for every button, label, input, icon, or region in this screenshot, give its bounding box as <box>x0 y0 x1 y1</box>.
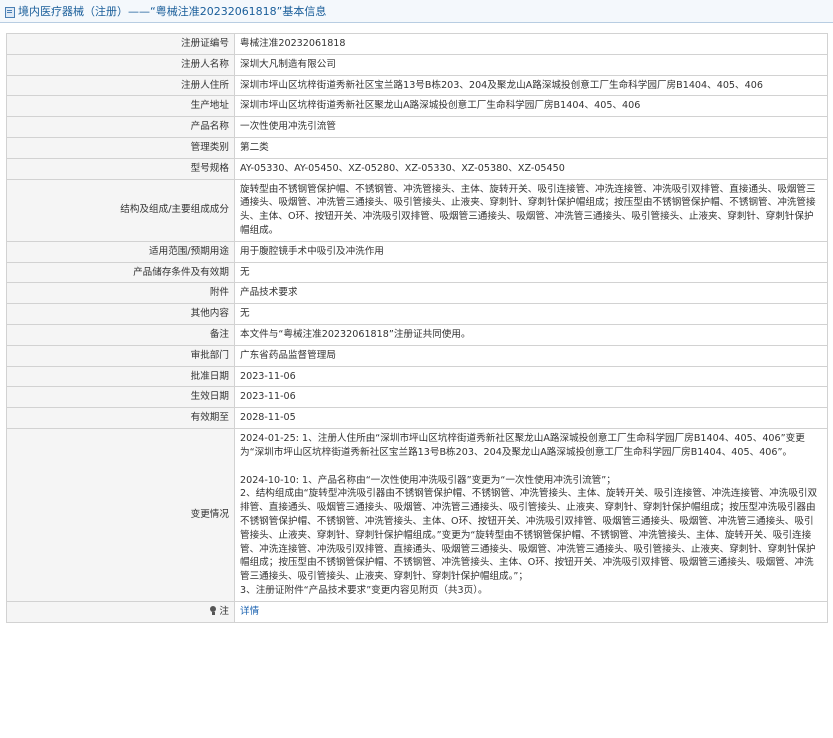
row-label: 型号规格 <box>6 157 235 180</box>
detail-cell: 详情 <box>234 600 828 623</box>
info-table: 注册证编号 粤械注准20232061818 注册人名称 深圳大凡制造有限公司 注册人… <box>6 33 828 623</box>
table-row: 结构及组成/主要组成成分 旋转型由不锈钢管保护帽、不锈钢管、冲洗管接头、主体、旋转… <box>6 178 828 242</box>
table-row: 有效期至 2028-11-05 <box>6 407 828 429</box>
page-title: 境内医疗器械（注册）——“粤械注准20232061818”基本信息 <box>18 5 327 18</box>
row-value: 深圳市坪山区坑梓街道秀新社区宝兰路13号B栋203、204及聚龙山A路深城投创意… <box>234 74 828 97</box>
row-label: 管理类别 <box>6 136 235 159</box>
row-value: 第二类 <box>234 136 828 159</box>
row-value: 无 <box>234 303 828 325</box>
row-value: 粤械注准20232061818 <box>234 33 828 55</box>
table-row: 其他内容无 <box>6 303 828 325</box>
row-label: 结构及组成/主要组成成分 <box>6 178 235 242</box>
row-label: 生效日期 <box>6 386 235 409</box>
table-row: 生效日期 2023-11-06 <box>6 386 828 409</box>
document-icon <box>4 6 15 18</box>
row-value: 2023-11-06 <box>234 386 828 409</box>
table-row: 生产地址 深圳市坪山区坑梓街道秀新社区聚龙山A路深城投创意工厂生命科学园厂房B14… <box>6 95 828 118</box>
table-row: 适用范围/预期用途 用于腹腔镜手术中吸引及冲洗作用 <box>6 240 828 263</box>
table-row: 管理类别 第二类 <box>6 136 828 159</box>
change-record-1: 2024-01-25: 1、注册人住所由“深圳市坪山区坑梓街道秀新社区聚龙山A路… <box>240 432 805 458</box>
row-label: 审批部门 <box>6 344 235 367</box>
row-label: 产品名称 <box>6 116 235 138</box>
row-label: 批准日期 <box>6 365 235 388</box>
row-value: 广东省药品监督管理局 <box>234 344 828 367</box>
table-row: 注册人名称 深圳大凡制造有限公司 <box>6 53 828 76</box>
row-label: 适用范围/预期用途 <box>6 240 235 263</box>
table-row: 批准日期 2023-11-06 <box>6 365 828 388</box>
row-label: 附件 <box>6 282 235 305</box>
row-label: 注册人名称 <box>6 53 235 76</box>
changes-value: 2024-01-25: 1、注册人住所由“深圳市坪山区坑梓街道秀新社区聚龙山A路… <box>234 427 828 602</box>
table-row: 备注 本文件与“粤械注准20232061818”注册证共同使用。 <box>6 323 828 346</box>
row-value: 深圳大凡制造有限公司 <box>234 53 828 76</box>
row-label: 有效期至 <box>6 407 235 429</box>
row-value: 用于腹腔镜手术中吸引及冲洗作用 <box>234 240 828 263</box>
lightbulb-icon <box>210 605 217 615</box>
row-value: 无 <box>234 261 828 284</box>
table-row: 产品储存条件及有效期无 <box>6 261 828 284</box>
table-row: 注册证编号 粤械注准20232061818 <box>6 33 828 55</box>
note-label: 注 <box>219 605 229 617</box>
row-value: AY-05330、AY-05450、XZ-05280、XZ-05330、XZ-0… <box>234 157 828 180</box>
detail-link[interactable]: 详情 <box>240 606 259 617</box>
row-label: 产品储存条件及有效期 <box>6 261 235 284</box>
row-value: 旋转型由不锈钢管保护帽、不锈钢管、冲洗管接头、主体、旋转开关、吸引连接管、冲洗连… <box>234 178 828 242</box>
table-row: 型号规格 AY-05330、AY-05450、XZ-05280、XZ-05330、… <box>6 157 828 180</box>
change-record-2-item-3: 3、注册证附件“产品技术要求”变更内容见附页（共3页）。 <box>240 584 488 596</box>
row-value: 本文件与“粤械注准20232061818”注册证共同使用。 <box>234 323 828 346</box>
row-label: 变更情况 <box>6 427 235 602</box>
row-value: 深圳市坪山区坑梓街道秀新社区聚龙山A路深城投创意工厂生命科学园厂房B1404、4… <box>234 95 828 118</box>
note-label-cell: 注 <box>6 600 235 623</box>
table-row-note: 注 详情 <box>6 600 828 623</box>
row-label: 其他内容 <box>6 303 235 325</box>
row-label: 生产地址 <box>6 95 235 118</box>
table-row: 附件 产品技术要求 <box>6 282 828 305</box>
table-row-changes: 变更情况 2024-01-25: 1、注册人住所由“深圳市坪山区坑梓街道秀新社区… <box>6 427 828 602</box>
row-value: 产品技术要求 <box>234 282 828 305</box>
table-row: 产品名称 一次性使用冲洗引流管 <box>6 116 828 138</box>
table-row: 注册人住所 深圳市坪山区坑梓街道秀新社区宝兰路13号B栋203、204及聚龙山A路… <box>6 74 828 97</box>
page-header: 境内医疗器械（注册）——“粤械注准20232061818”基本信息 <box>0 0 833 23</box>
table-row: 审批部门 广东省药品监督管理局 <box>6 344 828 367</box>
row-label: 备注 <box>6 323 235 346</box>
change-record-2-item-1: 2024-10-10: 1、产品名称由“一次性使用冲洗吸引器”变更为“一次性使用… <box>240 474 616 486</box>
row-label: 注册人住所 <box>6 74 235 97</box>
change-record-2-item-2: 2、结构组成由“旋转型冲洗吸引器由不锈钢管保护帽、不锈钢管、冲洗管接头、主体、旋… <box>240 488 818 583</box>
row-value: 2023-11-06 <box>234 365 828 388</box>
row-label: 注册证编号 <box>6 33 235 55</box>
row-value: 2028-11-05 <box>234 407 828 429</box>
row-value: 一次性使用冲洗引流管 <box>234 116 828 138</box>
